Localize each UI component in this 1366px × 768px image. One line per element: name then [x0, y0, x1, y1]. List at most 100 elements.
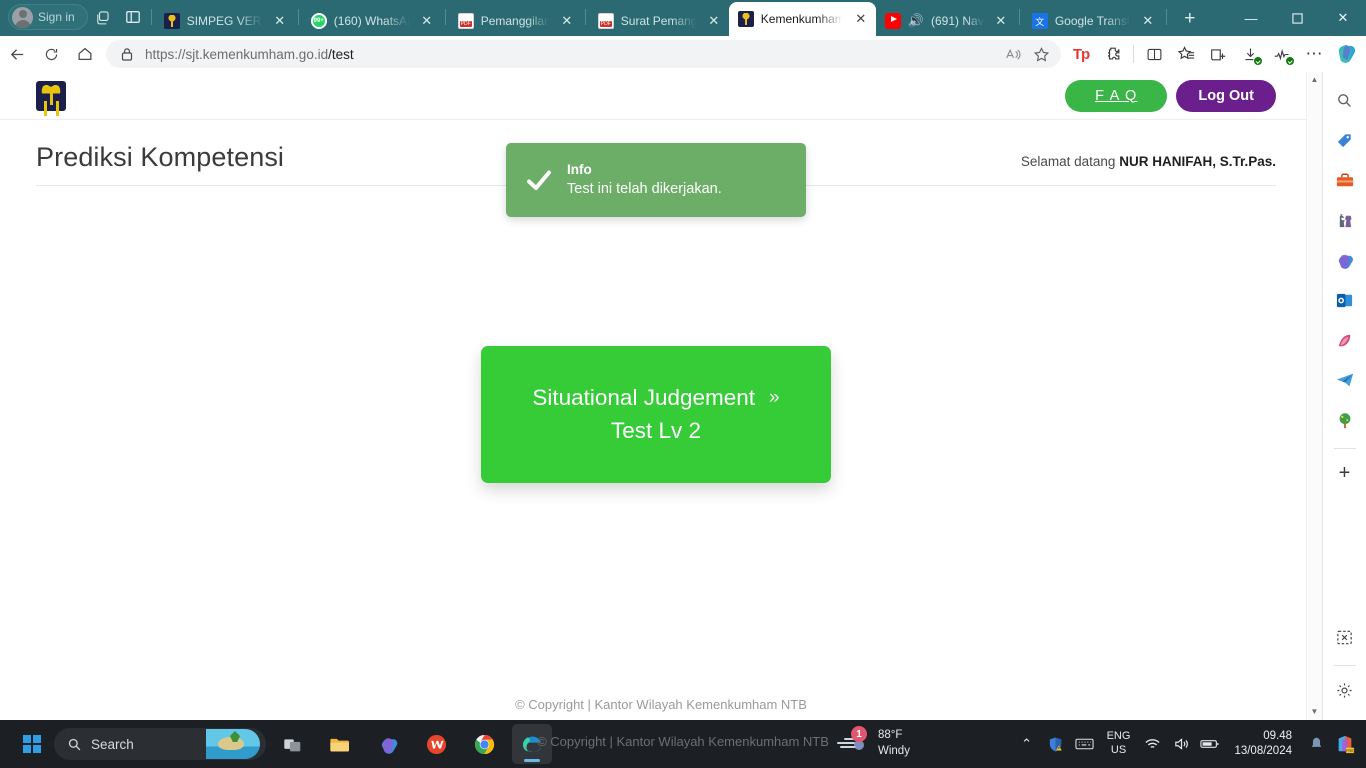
browser-tab[interactable]: 🔊 (691) Navigasi ✕: [876, 6, 1016, 36]
wifi-icon[interactable]: [1139, 729, 1165, 759]
tab-actions-icon[interactable]: [88, 2, 118, 32]
wps-office-icon[interactable]: [416, 724, 456, 764]
url-text: https://sjt.kemenkumham.go.id/test: [145, 47, 354, 62]
search-icon[interactable]: [1329, 84, 1361, 116]
google-chrome-icon[interactable]: [464, 724, 504, 764]
test-button-title: Situational Judgement: [532, 387, 755, 410]
logout-button[interactable]: Log Out: [1176, 80, 1276, 112]
browser-tab[interactable]: Google Translate ✕: [1023, 6, 1163, 36]
browser-tab[interactable]: Pemanggilan ✕: [449, 6, 582, 36]
close-icon[interactable]: ✕: [271, 12, 289, 30]
task-view-icon[interactable]: [272, 724, 312, 764]
microsoft-365-icon[interactable]: [368, 724, 408, 764]
kemenkumham-icon: [738, 11, 754, 27]
new-tab-button[interactable]: +: [1176, 5, 1204, 33]
close-icon[interactable]: ✕: [992, 12, 1010, 30]
screenshot-snip-icon[interactable]: [1329, 621, 1361, 653]
start-button[interactable]: [14, 726, 50, 762]
home-icon[interactable]: [68, 39, 102, 69]
browser-tab[interactable]: SIMPEG VERSI ✕: [155, 6, 295, 36]
microsoft-365-icon[interactable]: [1329, 244, 1361, 276]
clock[interactable]: 09.48 13/08/2024: [1226, 729, 1300, 759]
designer-icon[interactable]: [1329, 324, 1361, 356]
settings-gear-icon[interactable]: [1329, 674, 1361, 706]
sidebar-toggle-icon[interactable]: [118, 2, 148, 32]
favorites-icon[interactable]: [1170, 39, 1202, 69]
browser-tab[interactable]: (160) WhatsApp ✕: [302, 6, 442, 36]
volume-icon[interactable]: [1168, 729, 1194, 759]
games-icon[interactable]: [1329, 204, 1361, 236]
favorite-star-icon[interactable]: [1027, 41, 1055, 67]
tools-toolbox-icon[interactable]: [1329, 164, 1361, 196]
collections-icon[interactable]: [1202, 39, 1234, 69]
extensions-icon[interactable]: [1097, 39, 1129, 69]
file-explorer-icon[interactable]: [320, 724, 360, 764]
header-actions: F A Q Log Out: [1065, 80, 1276, 112]
weather-text: 88°F Windy: [878, 728, 910, 759]
browser-tab[interactable]: Surat Pemanggilan ✕: [589, 6, 729, 36]
browser-tab-active[interactable]: Kemenkumham ✕: [729, 2, 876, 36]
read-aloud-icon[interactable]: [999, 41, 1027, 67]
close-icon[interactable]: ✕: [705, 12, 723, 30]
minimize-button[interactable]: —: [1228, 2, 1274, 34]
photos-icon[interactable]: PRE: [1332, 729, 1358, 759]
copilot-icon[interactable]: [1330, 39, 1360, 69]
test-button-line1: Situational Judgement »: [532, 387, 779, 410]
close-icon[interactable]: ✕: [1139, 12, 1157, 30]
pdf-icon: [598, 13, 614, 29]
keyboard-icon[interactable]: [1072, 729, 1098, 759]
edge-browser-window: Sign in SIMPEG VERSI ✕ (160) WhatsApp ✕: [0, 0, 1366, 768]
tab-label: (691) Navigasi: [931, 14, 985, 28]
scroll-down-icon[interactable]: ▼: [1311, 707, 1319, 716]
sign-in-button[interactable]: Sign in: [8, 4, 88, 30]
shopping-tag-icon[interactable]: [1329, 124, 1361, 156]
avatar: [12, 7, 33, 28]
outlook-icon[interactable]: [1329, 284, 1361, 316]
whatsapp-icon: [311, 13, 327, 29]
faq-button[interactable]: F A Q: [1065, 80, 1167, 112]
notification-bell-icon[interactable]: [1303, 736, 1329, 752]
refresh-icon[interactable]: [34, 39, 68, 69]
divider: [1133, 45, 1134, 63]
divider: [585, 9, 586, 25]
windy-weather-icon: 1: [835, 730, 869, 758]
maximize-button[interactable]: [1274, 2, 1320, 34]
add-sidebar-app-icon[interactable]: +: [1329, 457, 1361, 489]
defender-shield-icon[interactable]: [1043, 729, 1069, 759]
browser-essentials-icon[interactable]: [1266, 39, 1298, 69]
language-indicator[interactable]: ENG US: [1101, 730, 1137, 758]
weather-widget[interactable]: 1 88°F Windy: [835, 728, 910, 759]
microsoft-edge-icon[interactable]: [512, 724, 552, 764]
url-origin: https://sjt.kemenkumham.go.id: [145, 47, 328, 62]
close-icon[interactable]: ✕: [418, 12, 436, 30]
tab-audio-icon[interactable]: 🔊: [908, 13, 924, 29]
language-line1: ENG: [1107, 730, 1131, 744]
divider: [1166, 9, 1167, 25]
show-hidden-icons-icon[interactable]: ⌃: [1014, 729, 1040, 759]
close-icon[interactable]: ✕: [558, 12, 576, 30]
close-button[interactable]: ✕: [1320, 2, 1366, 34]
telegram-icon[interactable]: [1329, 364, 1361, 396]
translate-icon[interactable]: Tp: [1065, 39, 1097, 69]
battery-icon[interactable]: [1197, 729, 1223, 759]
downloads-icon[interactable]: [1234, 39, 1266, 69]
situational-judgement-test-button[interactable]: Situational Judgement » Test Lv 2: [481, 346, 831, 483]
divider: [1019, 9, 1020, 25]
divider: [298, 9, 299, 25]
scroll-up-icon[interactable]: ▲: [1311, 75, 1319, 84]
address-bar[interactable]: https://sjt.kemenkumham.go.id/test: [106, 40, 1061, 68]
taskbar-search[interactable]: Search: [54, 728, 266, 760]
youtube-icon: [885, 13, 901, 29]
info-toast[interactable]: Info Test ini telah dikerjakan.: [506, 143, 806, 217]
tab-label: Google Translate: [1055, 14, 1132, 28]
faq-label: F A Q: [1095, 88, 1137, 104]
back-icon[interactable]: [0, 39, 34, 69]
page-scrollbar[interactable]: ▲ ▼: [1306, 72, 1322, 720]
test-button-line2: Test Lv 2: [611, 420, 701, 443]
split-screen-icon[interactable]: [1138, 39, 1170, 69]
tree-icon[interactable]: [1329, 404, 1361, 436]
close-icon[interactable]: ✕: [852, 10, 870, 28]
divider: [1334, 448, 1356, 449]
settings-more-icon[interactable]: ⋯: [1298, 39, 1330, 69]
tab-strip: Sign in SIMPEG VERSI ✕ (160) WhatsApp ✕: [0, 0, 1366, 36]
